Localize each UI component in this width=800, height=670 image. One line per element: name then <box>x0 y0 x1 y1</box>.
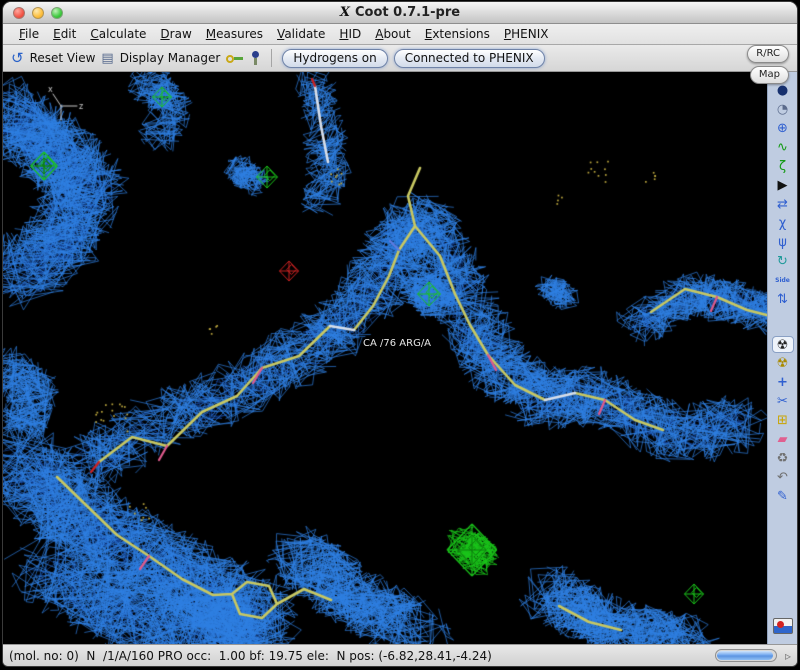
delete-item-icon[interactable]: ♻ <box>772 450 794 467</box>
menu-phenix[interactable]: PHENIX <box>498 25 555 43</box>
auto-fit-rotamer-icon[interactable]: χ <box>772 215 794 232</box>
rotamer-select-icon[interactable]: ψ <box>772 234 794 251</box>
status-expander-icon[interactable]: ▹ <box>785 649 791 663</box>
status-scrollbar-thumb[interactable] <box>716 651 773 660</box>
recentre-icon[interactable] <box>249 50 261 66</box>
key-icon[interactable] <box>226 54 244 63</box>
rrc-button[interactable]: R/RC <box>747 45 789 63</box>
menu-extensions[interactable]: Extensions <box>419 25 496 43</box>
menu-about[interactable]: About <box>369 25 417 43</box>
viewport[interactable]: CA /76 ARG/A <box>3 72 767 644</box>
menubar: File Edit Calculate Draw Measures Valida… <box>3 24 797 45</box>
gl-canvas[interactable] <box>3 72 767 644</box>
close-button[interactable] <box>13 6 25 19</box>
menu-calculate[interactable]: Calculate <box>84 25 152 43</box>
move-zone-icon[interactable]: ⊕ <box>772 120 794 137</box>
add-atom-icon[interactable]: + <box>772 374 794 391</box>
main-toolbar: ↺ Reset View ▤ Display Manager Hydrogens… <box>3 45 797 72</box>
status-text: (mol. no: 0) N /1/A/160 PRO occ: 1.00 bf… <box>9 648 492 663</box>
side-chain-180-icon[interactable]: Side <box>772 272 794 289</box>
clock-display-icon[interactable]: ◔ <box>772 101 794 118</box>
sphere-icon[interactable]: ● <box>772 82 794 99</box>
hydrogens-toggle-button[interactable]: Hydrogens on <box>282 48 388 68</box>
undo-icon[interactable]: ↶ <box>772 469 794 486</box>
window-title: Coot 0.7.1-pre <box>355 5 461 20</box>
coot-window: X Coot 0.7.1-pre File Edit Calculate Dra… <box>3 2 797 666</box>
status-scrollbar[interactable] <box>714 649 777 662</box>
display-manager-button[interactable]: Display Manager <box>120 51 221 65</box>
torsion-edit-icon[interactable]: ↻ <box>772 253 794 270</box>
tandem-refine-icon[interactable]: ☢ <box>772 355 794 372</box>
reset-view-button[interactable]: Reset View <box>30 51 96 65</box>
zoom-button[interactable] <box>51 6 63 19</box>
rotate-translate-icon[interactable]: ⇄ <box>772 196 794 213</box>
titlebar[interactable]: X Coot 0.7.1-pre <box>3 2 797 24</box>
real-space-refine-icon[interactable]: ∿ <box>772 139 794 156</box>
play-icon[interactable]: ▶ <box>772 177 794 194</box>
reset-view-icon[interactable]: ↺ <box>11 50 24 66</box>
highlight-residue-icon[interactable]: ▰ <box>772 431 794 448</box>
cut-zone-icon[interactable]: ✂ <box>772 393 794 410</box>
refine-radiation-icon[interactable]: ☢ <box>771 336 794 353</box>
regularize-zone-icon[interactable]: ζ <box>772 158 794 175</box>
add-residue-icon[interactable]: ⊞ <box>772 412 794 429</box>
menu-draw[interactable]: Draw <box>154 25 197 43</box>
menu-file[interactable]: File <box>13 25 45 43</box>
phenix-status-button[interactable]: Connected to PHENIX <box>393 48 545 68</box>
flip-peptide-icon[interactable]: ⇅ <box>772 291 794 308</box>
x11-icon: X <box>339 5 350 20</box>
main-area: CA /76 ARG/A ● ◔ ⊕ ∿ ζ ▶ ⇄ χ ψ ↻ Side ⇅ … <box>3 72 797 644</box>
menu-hid[interactable]: HID <box>333 25 367 43</box>
statusbar: (mol. no: 0) N /1/A/160 PRO occ: 1.00 bf… <box>3 644 797 666</box>
menu-measures[interactable]: Measures <box>200 25 269 43</box>
menu-validate[interactable]: Validate <box>271 25 331 43</box>
edit-icon[interactable]: ✎ <box>772 488 794 505</box>
map-button[interactable]: Map <box>749 66 789 84</box>
side-toolbar: ● ◔ ⊕ ∿ ζ ▶ ⇄ χ ψ ↻ Side ⇅ ☢ ☢ + ✂ ⊞ ▰ ♻… <box>767 72 797 644</box>
scene-color-icon[interactable] <box>772 618 793 634</box>
display-manager-icon[interactable]: ▤ <box>101 51 113 66</box>
toolbar-separator <box>271 49 273 67</box>
menu-edit[interactable]: Edit <box>47 25 82 43</box>
minimize-button[interactable] <box>32 6 44 19</box>
window-title-area: X Coot 0.7.1-pre <box>3 5 797 20</box>
